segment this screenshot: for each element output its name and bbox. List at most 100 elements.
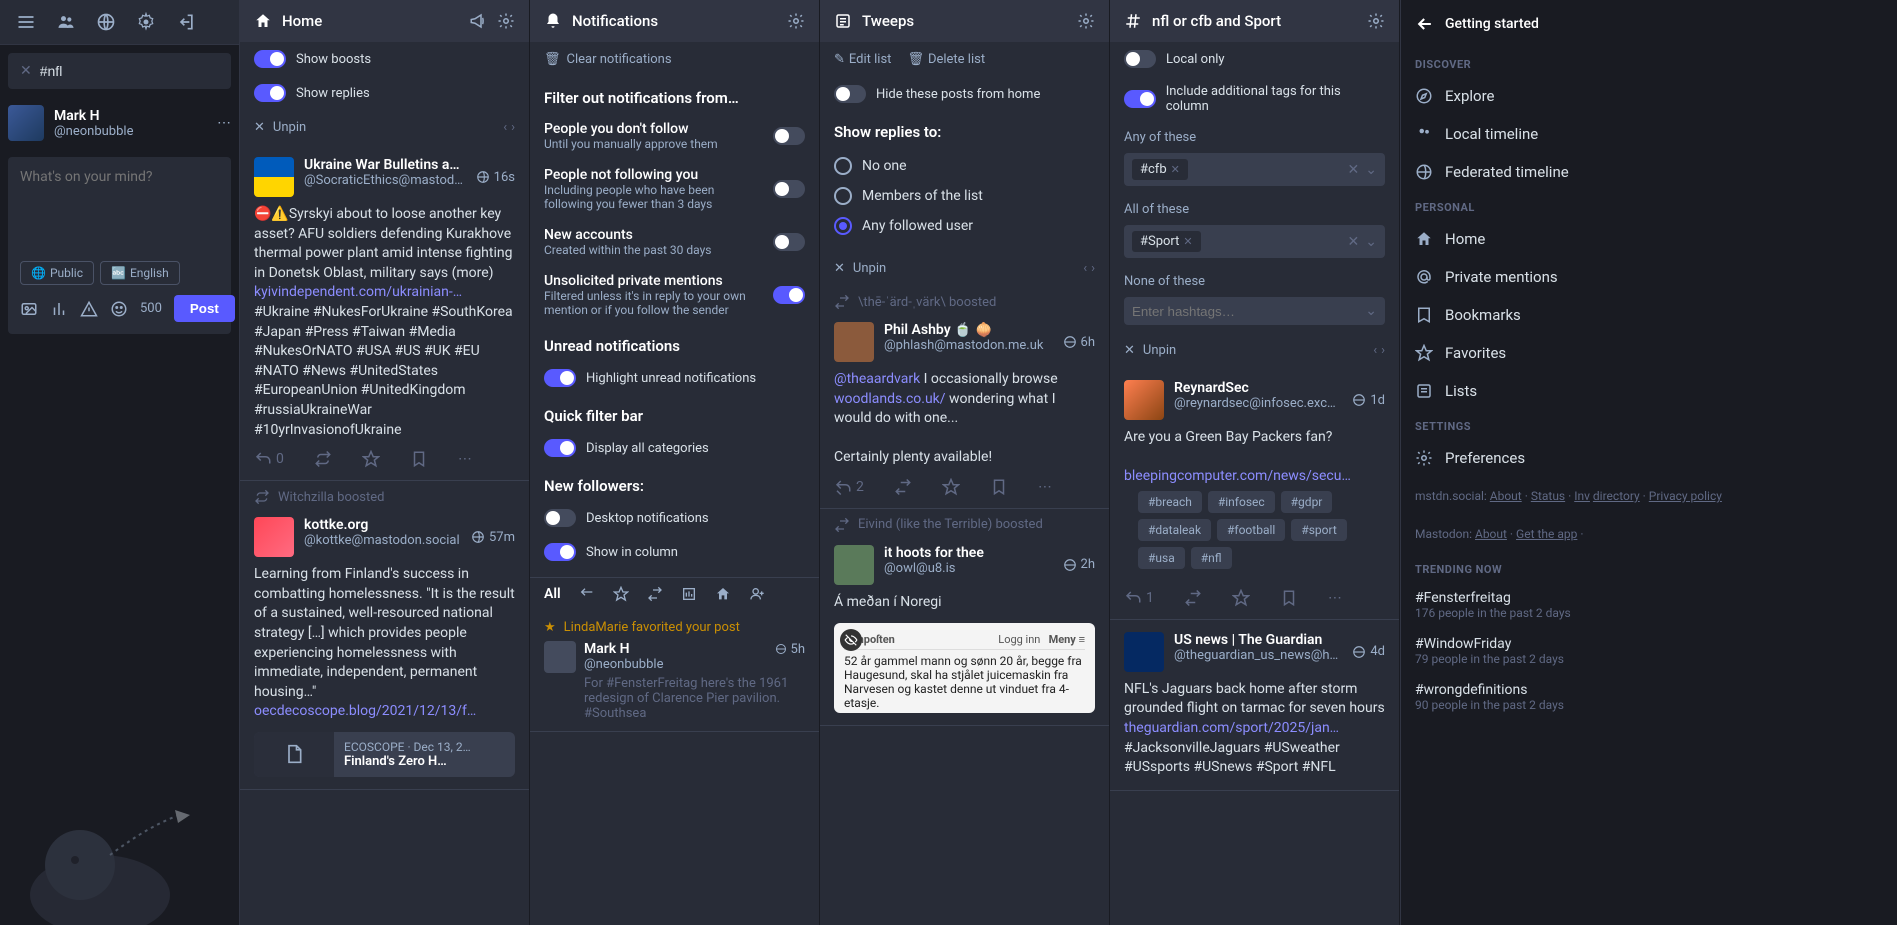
toggle[interactable] (773, 180, 805, 198)
column-settings-icon[interactable] (497, 12, 515, 30)
hashtag-pill[interactable]: #breach (1138, 491, 1202, 513)
tab-favorites-icon[interactable] (613, 586, 629, 602)
settings-icon[interactable] (136, 12, 156, 32)
boost-button[interactable] (1184, 589, 1202, 607)
toggle[interactable] (544, 509, 576, 527)
hashtag-pill[interactable]: #gdpr (1281, 491, 1333, 513)
hashtag-pill[interactable]: #football (1217, 519, 1285, 541)
link-home[interactable]: Home (1401, 220, 1897, 258)
boost-button[interactable] (894, 478, 912, 496)
post[interactable]: ReynardSec @reynardsec@infosec.exch… 1d … (1110, 368, 1399, 620)
post-link[interactable]: kyivindependent.com/ukrainian-… (254, 284, 462, 300)
post[interactable]: it hoots for thee @owl@u8.is 2h Á meðan … (820, 533, 1109, 726)
link-preferences[interactable]: Preferences (1401, 439, 1897, 477)
footer-link[interactable]: Privacy policy (1649, 489, 1722, 503)
menu-icon[interactable] (16, 12, 36, 32)
tag-input-all[interactable]: #Sport ✕✕⌄ (1124, 225, 1385, 258)
poll-icon[interactable] (50, 300, 68, 318)
post-link[interactable]: oecdecoscope.blog/2021/12/13/f… (254, 703, 476, 719)
tag-input-none[interactable]: ⌄ (1124, 297, 1385, 325)
more-button[interactable]: ⋯ (458, 450, 472, 468)
clear-icon[interactable]: ✕ (1348, 234, 1360, 250)
more-button[interactable]: ⋯ (1038, 478, 1052, 496)
search-bar[interactable]: ✕ (8, 53, 231, 89)
people-icon[interactable] (56, 12, 76, 32)
unpin-row[interactable]: ✕ Unpin‹› (1110, 333, 1399, 368)
toggle[interactable] (773, 233, 805, 251)
embedded-image[interactable]: ftenpoſtenLogg inn Meny ≡ 52 år gammel m… (834, 623, 1095, 713)
footer-link[interactable]: Inv (1574, 489, 1590, 503)
radio-any[interactable]: Any followed user (834, 211, 1095, 241)
link-explore[interactable]: Explore (1401, 77, 1897, 115)
clear-icon[interactable]: ✕ (1348, 162, 1360, 178)
chevron-down-icon[interactable]: ⌄ (1365, 303, 1377, 319)
reply-button[interactable]: 1 (1124, 589, 1154, 607)
toggle[interactable] (544, 439, 576, 457)
logout-icon[interactable] (176, 12, 196, 32)
toggle[interactable] (544, 543, 576, 561)
trend-item[interactable]: #wrongdefinitions90 people in the past 2… (1401, 674, 1897, 720)
visibility-chip[interactable]: 🌐 Public (20, 261, 94, 285)
notification-item[interactable]: ★ LindaMarie favorited your post Mark H … (530, 610, 819, 732)
chevron-down-icon[interactable]: ⌄ (1365, 162, 1377, 178)
footer-link[interactable]: About (1475, 527, 1507, 541)
trend-item[interactable]: #WindowFriday79 people in the past 2 day… (1401, 628, 1897, 674)
favorite-button[interactable] (1232, 589, 1250, 607)
favorite-button[interactable] (362, 450, 380, 468)
attach-icon[interactable] (20, 300, 38, 318)
post-link[interactable]: bleepingcomputer.com/news/secu… (1124, 468, 1351, 484)
trend-item[interactable]: #Fensterfreitag176 people in the past 2 … (1401, 582, 1897, 628)
hide-media-icon[interactable] (840, 629, 862, 651)
avatar[interactable] (254, 157, 294, 197)
reply-button[interactable]: 2 (834, 478, 864, 496)
tab-follows-icon[interactable] (749, 586, 765, 602)
avatar[interactable] (834, 545, 874, 585)
unpin-row[interactable]: ✕ Unpin‹› (240, 110, 529, 145)
footer-link[interactable]: About (1490, 489, 1522, 503)
post[interactable]: Ukraine War Bulletins and … @SocraticEth… (240, 145, 529, 481)
toggle-show-replies[interactable] (254, 84, 286, 102)
globe-icon[interactable] (96, 12, 116, 32)
link-card[interactable]: ECOSCOPE · Dec 13, 2… Finland's Zero H… (254, 732, 515, 777)
radio-no-one[interactable]: No one (834, 151, 1095, 181)
tag-input-field[interactable] (1132, 304, 1359, 319)
column-settings-icon[interactable] (1367, 12, 1385, 30)
hashtag-pill[interactable]: #sport (1291, 519, 1346, 541)
avatar[interactable] (254, 517, 294, 557)
remove-tag-icon[interactable]: ✕ (1171, 163, 1180, 176)
more-button[interactable]: ⋯ (1328, 589, 1342, 607)
avatar[interactable] (1124, 632, 1164, 672)
avatar[interactable] (1124, 380, 1164, 420)
avatar[interactable] (834, 322, 874, 362)
toggle-hide-posts[interactable] (834, 85, 866, 103)
bookmark-button[interactable] (410, 450, 428, 468)
nav-right-icon[interactable]: › (1091, 261, 1095, 276)
boost-button[interactable] (314, 450, 332, 468)
toggle[interactable] (773, 286, 805, 304)
footer-link[interactable]: Status (1531, 489, 1565, 503)
radio-members[interactable]: Members of the list (834, 181, 1095, 211)
footer-link[interactable]: Get the app (1516, 527, 1577, 541)
nav-left-icon[interactable]: ‹ (503, 120, 507, 135)
unpin-row[interactable]: ✕ Unpin‹› (820, 251, 1109, 286)
toggle[interactable] (544, 369, 576, 387)
link-lists[interactable]: Lists (1401, 372, 1897, 410)
hashtag-pill[interactable]: #dataleak (1138, 519, 1211, 541)
emoji-icon[interactable] (110, 300, 128, 318)
nav-left-icon[interactable]: ‹ (1083, 261, 1087, 276)
language-chip[interactable]: 🔤 English (100, 261, 180, 285)
nav-right-icon[interactable]: › (1381, 343, 1385, 358)
nav-left-icon[interactable]: ‹ (1373, 343, 1377, 358)
search-input[interactable] (40, 63, 221, 79)
toggle-local-only[interactable] (1124, 50, 1156, 68)
post[interactable]: US news | The Guardian @theguardian_us_n… (1110, 620, 1399, 791)
clear-notifications[interactable]: 🗑 Clear notifications (530, 42, 819, 77)
back-arrow-icon[interactable] (1415, 14, 1435, 34)
toggle-include-additional[interactable] (1124, 90, 1156, 108)
nav-right-icon[interactable]: › (511, 120, 515, 135)
link-local[interactable]: Local timeline (1401, 115, 1897, 153)
post-link[interactable]: theguardian.com/sport/2025/jan… (1124, 720, 1339, 736)
clear-search-icon[interactable]: ✕ (20, 63, 32, 79)
getting-started-header[interactable]: Getting started (1401, 0, 1897, 48)
column-settings-icon[interactable] (1077, 12, 1095, 30)
